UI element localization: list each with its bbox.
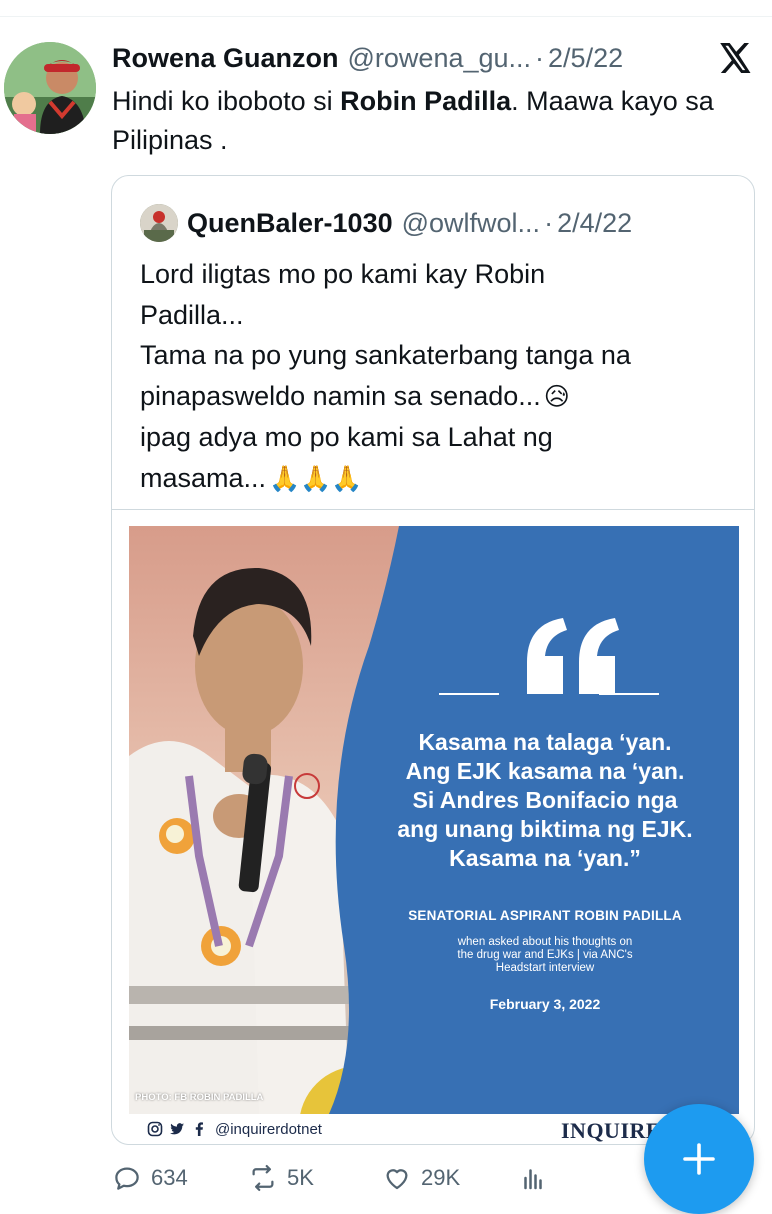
quoted-header-separator: · [544, 207, 554, 238]
heart-icon [386, 1169, 408, 1190]
quotation-mark-icon [523, 616, 623, 696]
reply-button[interactable]: 634 [112, 1158, 188, 1198]
quoted-line-text: masama... [140, 462, 267, 493]
quoted-line: ipag adya mo po kami sa Lahat ng [140, 422, 553, 452]
quoted-line: Tama na po yung sankaterbang tanga na [140, 340, 631, 370]
photo-credit: PHOTO: FB ROBIN PADILLA [135, 1092, 264, 1103]
quoted-avatar-image [140, 204, 178, 242]
avatar-image [4, 42, 96, 134]
author-avatar[interactable] [4, 42, 96, 134]
infographic-note-line: Headstart interview [495, 962, 595, 974]
infographic-quote-line: Ang EJK kasama na ‘yan. [405, 758, 685, 784]
compose-tweet-button[interactable] [644, 1104, 754, 1214]
quoted-line-text: pinapasweldo namin sa senado... [140, 380, 541, 411]
infographic-quote-line: ang unang biktima ng EJK. [397, 816, 693, 842]
sad-face-emoji-icon: 😥 [543, 382, 570, 411]
quoted-tweet-text: Lord iligtas mo po kami kay Robin Padill… [140, 254, 740, 499]
infographic-date: February 3, 2022 [489, 996, 601, 1012]
reply-count: 634 [151, 1165, 188, 1190]
infographic-note: when asked about his thoughts on the dru… [415, 936, 675, 975]
tweet-text: Hindi ko iboboto si Robin Padilla. Maawa… [112, 82, 732, 160]
retweet-button[interactable]: 5K [248, 1158, 314, 1198]
social-icons [147, 1121, 207, 1137]
quoted-tweet-date[interactable]: 2/4/22 [557, 208, 632, 239]
quoted-line: Lord iligtas mo po kami kay Robin [140, 259, 546, 289]
retweet-icon [252, 1165, 274, 1191]
tweet-text-bold: Robin Padilla [340, 86, 512, 116]
analytics-bars-icon [524, 1169, 542, 1190]
quote-infographic-image[interactable]: Kasama na talaga ‘yan. Ang EJK kasama na… [129, 526, 739, 1114]
quote-dash-left [439, 693, 499, 695]
praying-hands-emoji-icon: 🙏🙏🙏 [269, 464, 363, 493]
quote-dash-right [599, 693, 659, 695]
author-handle[interactable]: @rowena_gu... [348, 43, 532, 74]
reply-icon [115, 1167, 139, 1190]
tweet-text-before: Hindi ko iboboto si [112, 86, 341, 116]
like-count: 29K [421, 1165, 461, 1190]
infographic-note-line: when asked about his thoughts on [457, 936, 633, 948]
plus-icon [683, 1143, 715, 1175]
tweet-date[interactable]: 2/5/22 [548, 43, 623, 74]
quoted-author-name[interactable]: QuenBaler-1030 [187, 208, 393, 239]
retweet-count: 5K [287, 1165, 314, 1190]
facebook-icon [195, 1122, 203, 1136]
header-separator: · [535, 42, 545, 73]
views-button[interactable] [518, 1158, 557, 1198]
x-logo-icon[interactable] [716, 40, 752, 76]
infographic-quote: Kasama na talaga ‘yan. Ang EJK kasama na… [355, 728, 735, 873]
quoted-line: pinapasweldo namin sa senado... 😥 [140, 376, 740, 418]
quoted-line: masama... 🙏🙏🙏 [140, 458, 740, 500]
top-divider [0, 16, 772, 17]
quoted-line: Padilla... [140, 299, 244, 330]
author-name[interactable]: Rowena Guanzon [112, 43, 339, 74]
infographic-quote-line: Si Andres Bonifacio nga [412, 787, 678, 813]
quoted-tweet-card[interactable]: QuenBaler-1030 @owlfwol... · 2/4/22 Lord… [111, 175, 755, 1145]
quoted-card-divider [112, 509, 754, 510]
quoted-tweet-header: QuenBaler-1030 @owlfwol... · 2/4/22 [187, 203, 632, 243]
quoted-author-handle[interactable]: @owlfwol... [402, 208, 540, 239]
instagram-icon [147, 1121, 163, 1137]
tweet-action-bar: 634 5K 29K [112, 1158, 672, 1198]
infographic-quote-line: Kasama na ‘yan.” [449, 845, 641, 871]
twitter-bird-icon [170, 1123, 184, 1135]
tweet-header: Rowena Guanzon @rowena_gu... · 2/5/22 [112, 38, 623, 78]
quoted-author-avatar[interactable] [140, 204, 178, 242]
like-button[interactable]: 29K [382, 1158, 460, 1198]
infographic-social-handle: @inquirerdotnet [215, 1120, 322, 1138]
infographic-attribution: SENATORIAL ASPIRANT ROBIN PADILLA [408, 908, 682, 923]
infographic-quote-line: Kasama na talaga ‘yan. [418, 729, 672, 755]
infographic-note-line: the drug war and EJKs | via ANC's [457, 949, 633, 961]
